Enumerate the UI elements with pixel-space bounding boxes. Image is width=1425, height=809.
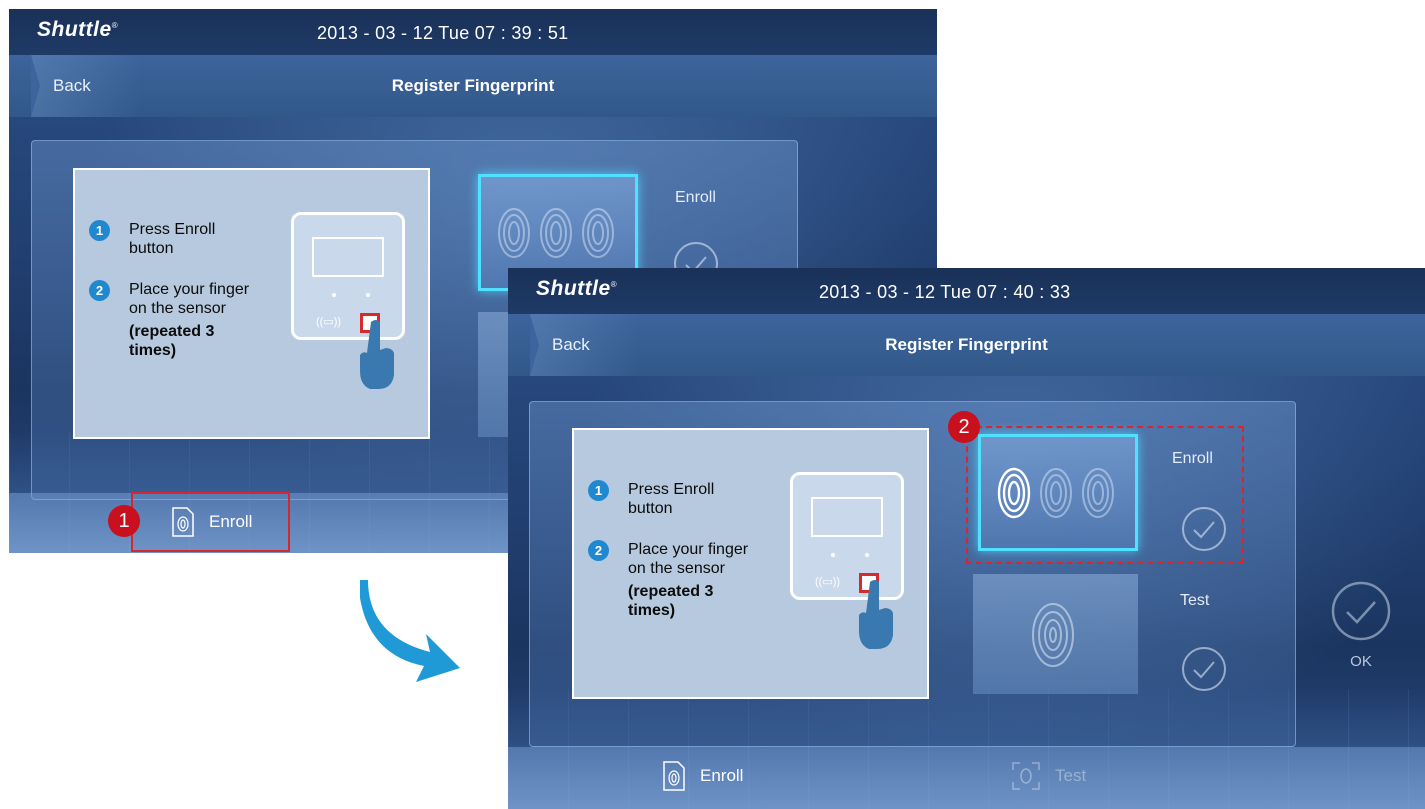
instruction-card: 1 Press Enroll button 2 Place your finge… [572,428,929,699]
enroll-button[interactable]: Enroll [662,761,743,791]
bottom-toolbar: Enroll Test [508,747,1425,809]
ok-check-icon [1331,581,1391,641]
fingerprint-document-icon [663,761,685,791]
tutorial-figure: Shuttle® 2013 - 03 - 12 Tue 07 : 39 : 51… [0,0,1425,809]
test-label: Test [1180,592,1210,609]
page-title: Register Fingerprint [885,335,1048,354]
callout-step-1: 1 [108,505,140,537]
nav-bar: Back Register Fingerprint [9,55,937,117]
ok-button[interactable]: OK [1330,580,1392,670]
instruction-step-2: 2 Place your finger on the sensor (repea… [588,540,758,620]
ok-label: OK [1350,653,1372,670]
instruction-step-1: 1 Press Enroll button [588,480,758,518]
pointing-finger-icon [360,320,394,389]
page-title: Register Fingerprint [391,76,555,95]
test-fingerprint-box [973,574,1138,694]
instruction-step-2: 2 Place your finger on the sensor (repea… [89,280,259,360]
fingerprint-icon [1032,603,1074,667]
pointing-finger-icon [859,580,893,649]
shuttle-logo: Shuttle® [536,277,618,300]
transition-arrow-icon [360,580,460,682]
datetime: 2013 - 03 - 12 Tue 07 : 40 : 33 [819,282,1071,302]
step-number-icon: 1 [588,480,609,501]
step-number-icon: 2 [588,540,609,561]
highlight-enroll-button [131,492,290,552]
highlight-enroll-progress [966,426,1244,564]
check-icon [1182,647,1226,691]
instruction-card: 1 Press Enroll button 2 Place your finge… [73,168,430,439]
datetime: 2013 - 03 - 12 Tue 07 : 39 : 51 [317,23,569,43]
status-bar: Shuttle® 2013 - 03 - 12 Tue 07 : 40 : 33 [508,268,1425,314]
step-number-icon: 2 [89,280,110,301]
repeat-note: (repeated 3 times) [628,583,714,619]
step-number-icon: 1 [89,220,110,241]
nav-bar: Back Register Fingerprint [508,314,1425,376]
status-bar: Shuttle® 2013 - 03 - 12 Tue 07 : 39 : 51 [9,9,937,55]
fingerprint-icon [540,208,572,258]
instruction-step-1: 1 Press Enroll button [89,220,259,258]
nfc-icon: ((▭)) [815,576,841,588]
scan-frame-icon [1012,762,1040,790]
nfc-icon: ((▭)) [316,316,342,328]
shuttle-logo: Shuttle® [37,18,119,41]
fingerprint-icon [582,208,614,258]
test-button[interactable]: Test [1011,761,1086,791]
fingerprint-icon [498,208,530,258]
repeat-note: (repeated 3 times) [129,323,215,359]
callout-step-2: 2 [948,411,980,443]
enroll-label: Enroll [675,189,716,206]
